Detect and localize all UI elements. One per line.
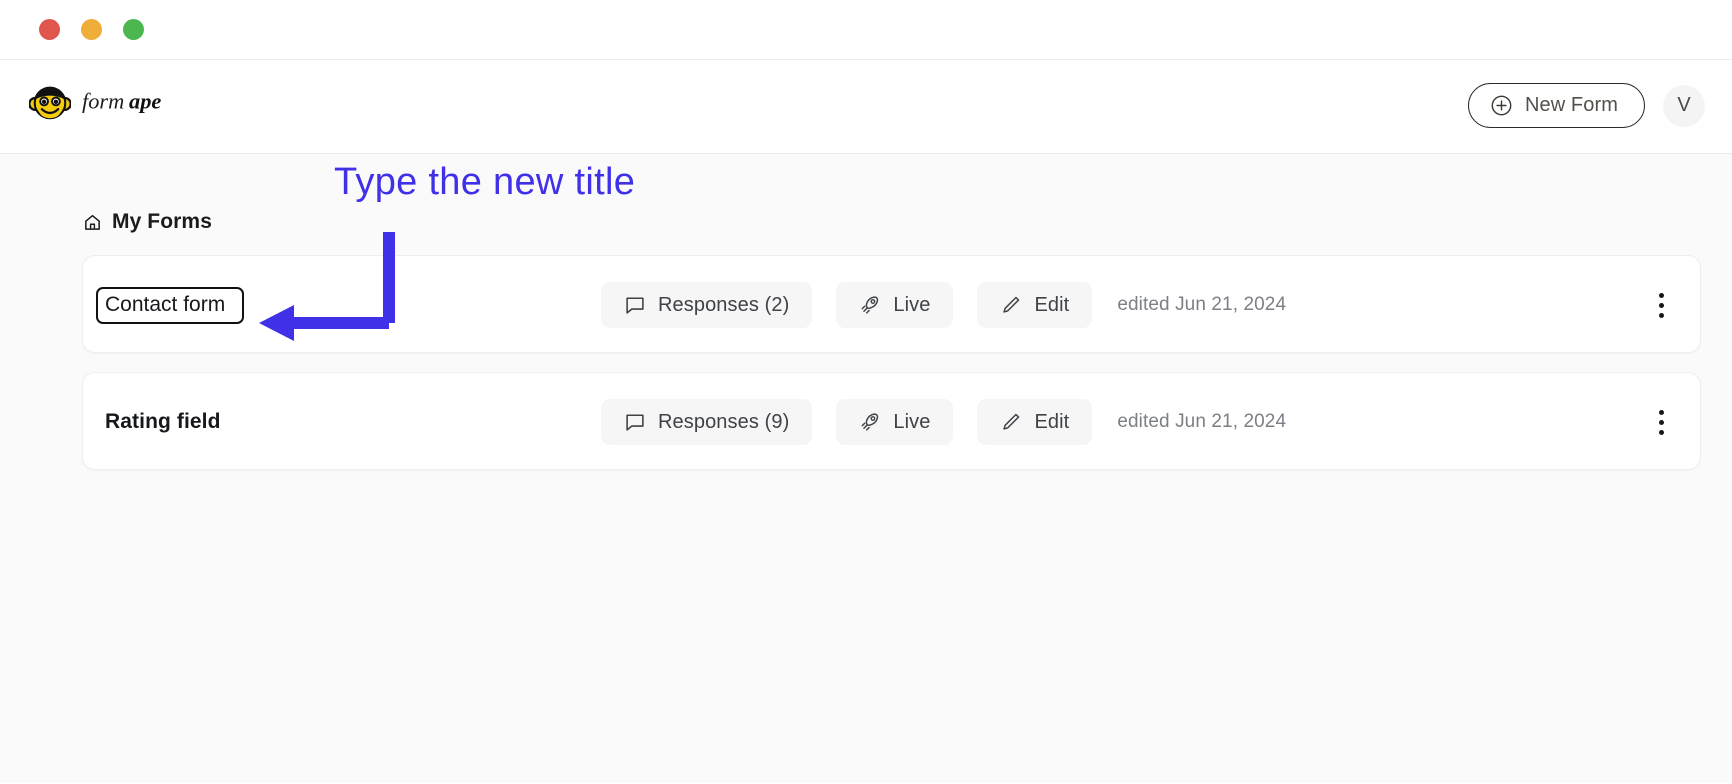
kebab-dot xyxy=(1658,312,1664,318)
svg-text:ape: ape xyxy=(129,89,161,114)
message-square-icon xyxy=(626,297,644,314)
form-actions: Responses (9) Live Edit edited Jun 21, 2… xyxy=(601,373,1286,471)
live-button[interactable]: Live xyxy=(836,399,954,445)
form-list: Responses (2) Live E xyxy=(82,255,1701,489)
edit-label: Edit xyxy=(1034,410,1070,433)
brand-wordmark: form ape xyxy=(82,89,161,114)
edit-button[interactable]: Edit xyxy=(977,399,1093,445)
pencil-icon xyxy=(1003,296,1020,313)
main-content: My Forms Responses (2) xyxy=(0,154,1732,783)
monkey-face-logo-icon xyxy=(29,86,71,120)
form-title-cell: Rating field xyxy=(105,373,535,471)
home-icon xyxy=(85,214,100,230)
kebab-dot xyxy=(1658,302,1664,308)
minimize-window-button[interactable] xyxy=(81,19,102,40)
new-form-button[interactable]: New Form xyxy=(1467,83,1645,128)
kebab-dot xyxy=(1658,292,1664,298)
edited-timestamp: edited Jun 21, 2024 xyxy=(1117,294,1287,315)
avatar[interactable]: V xyxy=(1663,84,1705,127)
app-window: form ape New Form V My Forms Contact for… xyxy=(0,0,1732,784)
kebab-dot xyxy=(1658,429,1664,435)
svg-text:form: form xyxy=(82,89,124,114)
responses-button[interactable]: Responses (2) xyxy=(601,282,813,328)
form-title[interactable]: Rating field xyxy=(105,410,221,434)
edit-button[interactable]: Edit xyxy=(977,282,1093,328)
breadcrumb: My Forms xyxy=(83,210,212,234)
kebab-dot xyxy=(1658,419,1664,425)
rocket-icon xyxy=(861,413,879,431)
responses-label: Responses (9) xyxy=(658,410,790,433)
new-form-label: New Form xyxy=(1524,94,1618,116)
edited-timestamp: edited Jun 21, 2024 xyxy=(1117,411,1287,432)
pencil-icon xyxy=(1003,413,1020,430)
live-button[interactable]: Live xyxy=(836,282,954,328)
form-title-input[interactable] xyxy=(96,286,244,324)
edit-label: Edit xyxy=(1034,293,1070,316)
window-controls xyxy=(39,19,144,40)
plus-circle-icon xyxy=(1491,95,1512,116)
page-title: My Forms xyxy=(112,210,212,233)
responses-button[interactable]: Responses (9) xyxy=(601,399,813,445)
rocket-icon xyxy=(861,296,879,314)
form-title-cell xyxy=(96,256,535,354)
kebab-dot xyxy=(1658,409,1664,415)
app-header: form ape New Form V xyxy=(0,60,1732,154)
live-label: Live xyxy=(893,293,931,316)
row-menu-button[interactable] xyxy=(1644,373,1678,471)
table-row: Rating field Responses (9) Live Edit edi… xyxy=(82,372,1701,470)
responses-label: Responses (2) xyxy=(658,293,790,316)
row-menu-button[interactable] xyxy=(1644,256,1678,354)
table-row: Responses (2) Live E xyxy=(82,255,1701,353)
close-window-button[interactable] xyxy=(39,19,60,40)
message-square-icon xyxy=(626,414,644,431)
window-titlebar xyxy=(0,0,1732,60)
avatar-initial: V xyxy=(1677,94,1691,116)
brand-logo[interactable]: form ape xyxy=(29,81,194,123)
header-actions: New Form V xyxy=(1467,83,1705,128)
form-actions: Responses (2) Live Edit edited Jun 21, 2… xyxy=(601,256,1286,354)
maximize-window-button[interactable] xyxy=(123,19,144,40)
live-label: Live xyxy=(893,410,931,433)
